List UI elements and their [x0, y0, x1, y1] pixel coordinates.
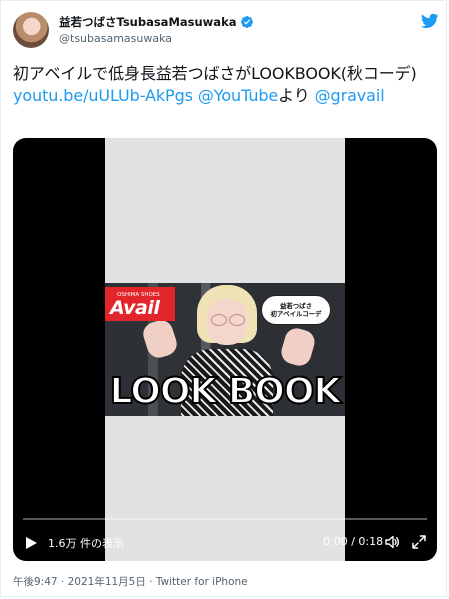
author-name-row: 益若つばさTsubasaMasuwaka — [59, 12, 254, 32]
mention-gravail[interactable]: @gravail — [315, 86, 385, 105]
verified-badge-icon — [241, 16, 254, 28]
tweet-text: 初アベイルで低身長益若つばさがLOOKBOOK(秋コーデ) youtu.be/u… — [13, 63, 433, 106]
tweet-text-suffix: より — [278, 85, 315, 105]
fullscreen-icon[interactable] — [411, 534, 427, 550]
video-thumbnail: OSHIMA SHOES Avail 益若つばさ 初アベイルコーデ LOOK B… — [105, 283, 345, 416]
display-name[interactable]: 益若つばさTsubasaMasuwaka — [59, 14, 236, 30]
youtube-link[interactable]: youtu.be/uULUb-AkPgs — [13, 86, 193, 105]
video-progress-bar[interactable] — [23, 518, 427, 520]
tweet-embed: 益若つばさTsubasaMasuwaka @tsubasamasuwaka 初ア… — [0, 0, 447, 597]
video-poster: OSHIMA SHOES Avail 益若つばさ 初アベイルコーデ LOOK B… — [105, 138, 345, 561]
twitter-bird-icon[interactable] — [421, 12, 439, 30]
speech-bubble: 益若つばさ 初アベイルコーデ — [261, 295, 331, 325]
video-controls: 1.6万 件の表示 0:00 / 0:18 — [13, 528, 437, 558]
video-player[interactable]: OSHIMA SHOES Avail 益若つばさ 初アベイルコーデ LOOK B… — [13, 138, 437, 561]
play-icon[interactable] — [24, 536, 38, 550]
avail-logo: Avail — [110, 297, 160, 319]
view-count: 1.6万 件の表示 — [48, 537, 124, 550]
tweet-text-body: 初アベイルで低身長益若つばさがLOOKBOOK(秋コーデ) — [13, 64, 417, 83]
volume-icon[interactable] — [384, 534, 400, 550]
tweet-meta[interactable]: 午後9:47 · 2021年11月5日 · Twitter for iPhone — [13, 574, 248, 589]
lookbook-headline: LOOK BOOK — [109, 370, 343, 413]
mention-youtube[interactable]: @YouTube — [198, 86, 278, 105]
user-handle[interactable]: @tsubasamasuwaka — [59, 32, 172, 45]
avail-logo-box: OSHIMA SHOES Avail — [105, 287, 175, 321]
video-time: 0:00 / 0:18 — [323, 535, 384, 548]
avatar[interactable] — [13, 12, 49, 48]
bubble-line2: 初アベイルコーデ — [270, 309, 322, 318]
